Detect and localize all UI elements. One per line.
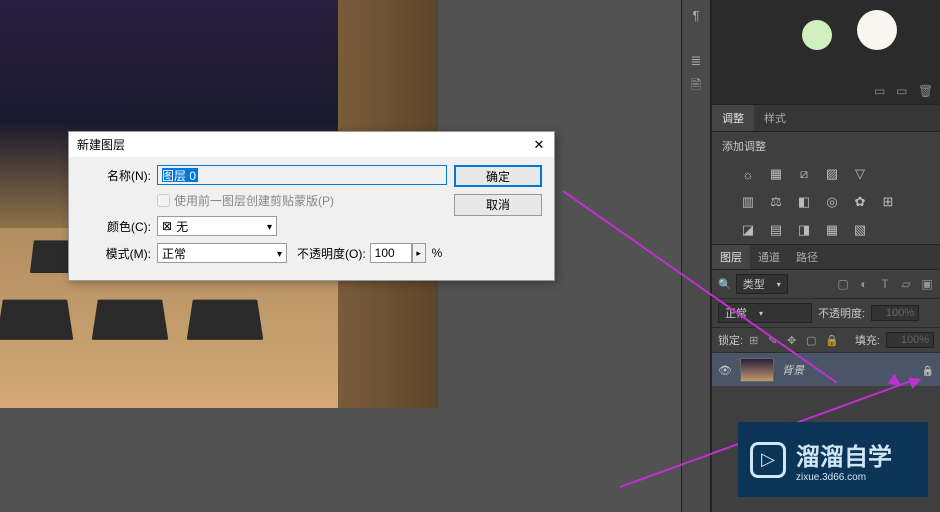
layer-background[interactable]: 背景 [712, 353, 940, 386]
fill-label: 填充: [855, 332, 880, 348]
tab-styles[interactable]: 样式 [754, 105, 796, 131]
vibrance-icon[interactable]: ▽ [850, 166, 870, 182]
lock-label: 锁定: [718, 332, 743, 348]
filter-shape-icon[interactable]: ▱ [899, 277, 913, 291]
watermark-url: zixue.3d66.com [796, 472, 892, 483]
list-icon[interactable]: ≣ [682, 48, 710, 74]
hue-icon[interactable]: ▥ [738, 194, 758, 210]
threshold-icon[interactable]: ◨ [794, 222, 814, 238]
layer-opacity-input[interactable]: 100% [871, 305, 919, 321]
lock-all-icon[interactable]: 🔒 [825, 334, 838, 347]
name-input[interactable] [157, 165, 447, 185]
close-icon[interactable] [532, 138, 546, 152]
navigator-preview[interactable]: ▭ ▭ 🗑 [712, 0, 940, 105]
filter-type-select[interactable]: 类型 [736, 274, 788, 294]
mixer-icon[interactable]: ✿ [850, 194, 870, 210]
watermark: 溜溜自学 zixue.3d66.com [738, 422, 928, 497]
tab-channels[interactable]: 通道 [750, 245, 788, 269]
exposure-icon[interactable]: ▨ [822, 166, 842, 182]
clip-mask-label: 使用前一图层创建剪贴蒙版(P) [174, 192, 334, 209]
filter-pixel-icon[interactable]: ▢ [836, 277, 850, 291]
opacity-spinner[interactable] [412, 243, 426, 263]
lock-artboard-icon[interactable]: ▢ [806, 334, 819, 347]
add-adjustment-label: 添加调整 [712, 132, 940, 160]
filter-smart-icon[interactable]: ▣ [920, 277, 934, 291]
selective-icon[interactable]: ▧ [850, 222, 870, 238]
color-select[interactable]: ⊠ 无 [157, 216, 277, 236]
layer-thumbnail[interactable] [740, 358, 774, 382]
mode-label: 模式(M): [81, 245, 151, 262]
doc-icon[interactable]: ▭ [874, 84, 888, 98]
brightness-icon[interactable]: ☼ [738, 166, 758, 182]
filter-type-icon[interactable]: T [878, 277, 892, 291]
lock-pos-icon[interactable]: ✥ [787, 334, 800, 347]
lut-icon[interactable]: ⊞ [878, 194, 898, 210]
chevron-down-icon [277, 246, 282, 260]
invert-icon[interactable]: ◪ [738, 222, 758, 238]
balance-icon[interactable]: ⚖ [766, 194, 786, 210]
ok-button[interactable]: 确定 [454, 165, 542, 187]
name-label: 名称(N): [81, 167, 151, 184]
watermark-brand: 溜溜自学 [796, 437, 892, 472]
visibility-icon[interactable] [718, 363, 732, 377]
lock-trans-icon[interactable]: ⊞ [749, 334, 762, 347]
cancel-button[interactable]: 取消 [454, 194, 542, 216]
play-icon [750, 442, 786, 478]
curves-icon[interactable]: ⧄ [794, 166, 814, 182]
opacity-label: 不透明度(O): [297, 245, 366, 262]
photo-filter-icon[interactable]: ◎ [822, 194, 842, 210]
posterize-icon[interactable]: ▤ [766, 222, 786, 238]
paragraph-icon[interactable]: ¶ [682, 2, 710, 28]
dialog-title: 新建图层 [77, 136, 125, 153]
blend-mode-select[interactable]: 正常 [718, 303, 812, 323]
lock-image-icon[interactable]: ✎ [768, 334, 781, 347]
chevron-down-icon [267, 219, 272, 233]
clip-mask-checkbox [157, 194, 170, 207]
opacity-input[interactable]: 100 [370, 243, 412, 263]
tab-paths[interactable]: 路径 [788, 245, 826, 269]
opacity-label: 不透明度: [818, 305, 865, 321]
tab-adjustments[interactable]: 调整 [712, 105, 754, 131]
lock-icon [922, 363, 934, 377]
bw-icon[interactable]: ◧ [794, 194, 814, 210]
collapsed-panel-strip: ¶ ≣ 🗎 [681, 0, 711, 512]
tab-layers[interactable]: 图层 [712, 245, 750, 269]
doc2-icon[interactable]: ▭ [896, 84, 910, 98]
levels-icon[interactable]: ▦ [766, 166, 786, 182]
gradient-icon[interactable]: ▦ [822, 222, 842, 238]
percent-sign: % [432, 246, 443, 260]
new-layer-dialog: 新建图层 名称(N): 使用前一图层创建剪贴蒙版(P) 颜色(C): ⊠ 无 [68, 131, 555, 281]
fill-input[interactable]: 100% [886, 332, 934, 348]
color-label: 颜色(C): [81, 218, 151, 235]
mode-select[interactable]: 正常 [157, 243, 287, 263]
trash-icon[interactable]: 🗑 [918, 84, 932, 98]
document-icon[interactable]: 🗎 [682, 74, 710, 100]
filter-adjust-icon[interactable]: ◐ [857, 277, 871, 291]
